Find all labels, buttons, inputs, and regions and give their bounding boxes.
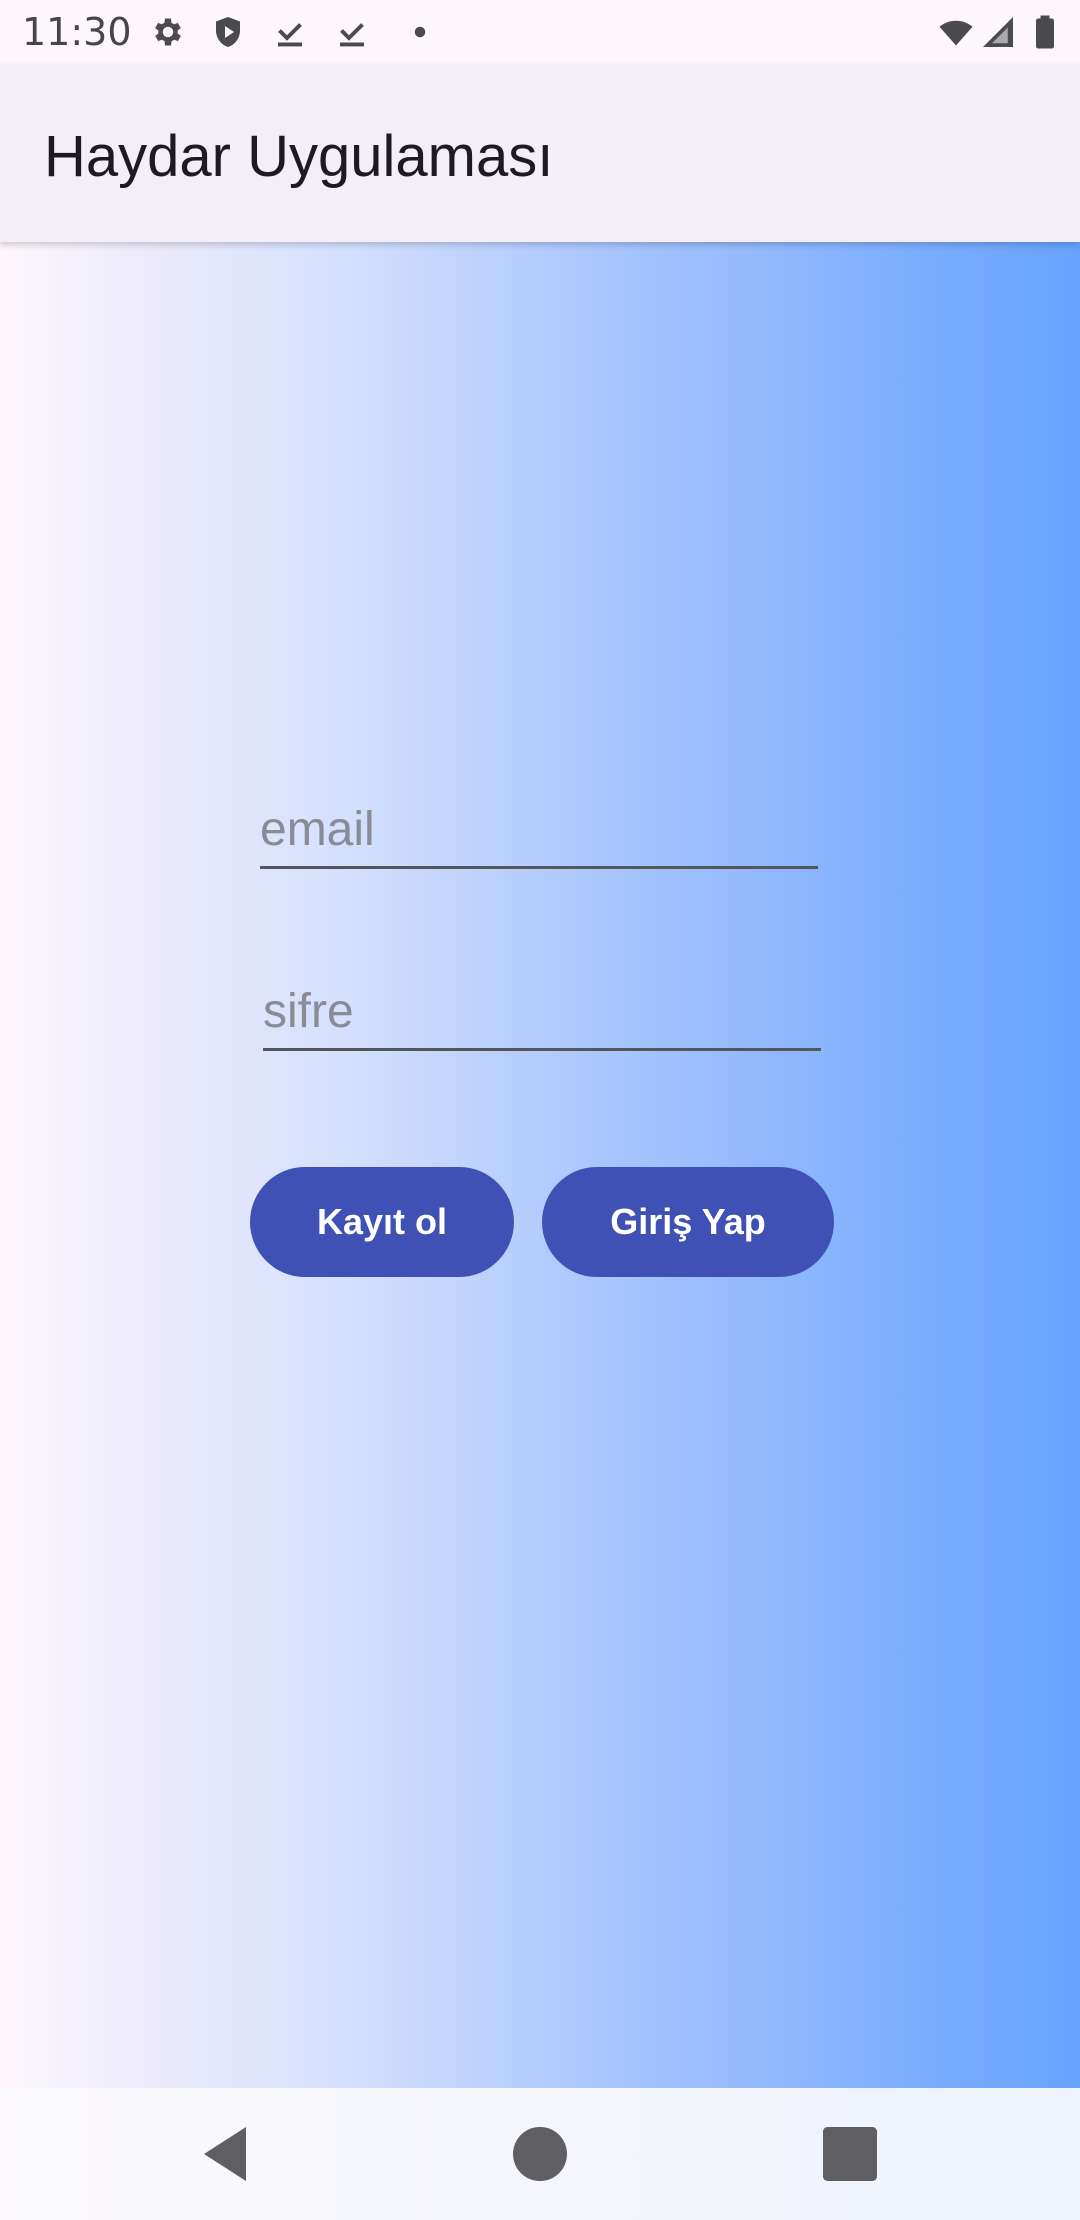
home-icon[interactable] bbox=[504, 2118, 576, 2190]
login-button-label: Giriş Yap bbox=[610, 1201, 765, 1243]
register-button-label: Kayıt ol bbox=[317, 1201, 447, 1243]
password-input[interactable] bbox=[263, 982, 821, 1042]
download-done-icon bbox=[272, 14, 308, 50]
app-bar: Haydar Uygulaması bbox=[0, 64, 1080, 242]
download-done-icon bbox=[334, 14, 370, 50]
login-button[interactable]: Giriş Yap bbox=[542, 1167, 834, 1277]
status-time: 11:30 bbox=[22, 8, 132, 56]
email-input[interactable] bbox=[260, 800, 818, 860]
back-icon[interactable] bbox=[192, 2118, 264, 2190]
password-field[interactable] bbox=[263, 964, 821, 1051]
shield-play-icon bbox=[210, 14, 246, 50]
recents-icon[interactable] bbox=[814, 2118, 886, 2190]
status-bar: 11:30 bbox=[0, 0, 1080, 64]
register-button[interactable]: Kayıt ol bbox=[250, 1167, 514, 1277]
email-field[interactable] bbox=[260, 782, 818, 869]
battery-icon bbox=[1030, 14, 1060, 50]
gear-icon bbox=[150, 14, 186, 50]
app-title: Haydar Uygulaması bbox=[44, 122, 553, 192]
signal-icon bbox=[980, 14, 1016, 50]
login-screen: Kayıt ol Giriş Yap bbox=[0, 242, 1080, 2088]
dot-icon bbox=[396, 14, 432, 50]
navigation-bar bbox=[0, 2088, 1080, 2220]
wifi-icon bbox=[935, 14, 977, 50]
